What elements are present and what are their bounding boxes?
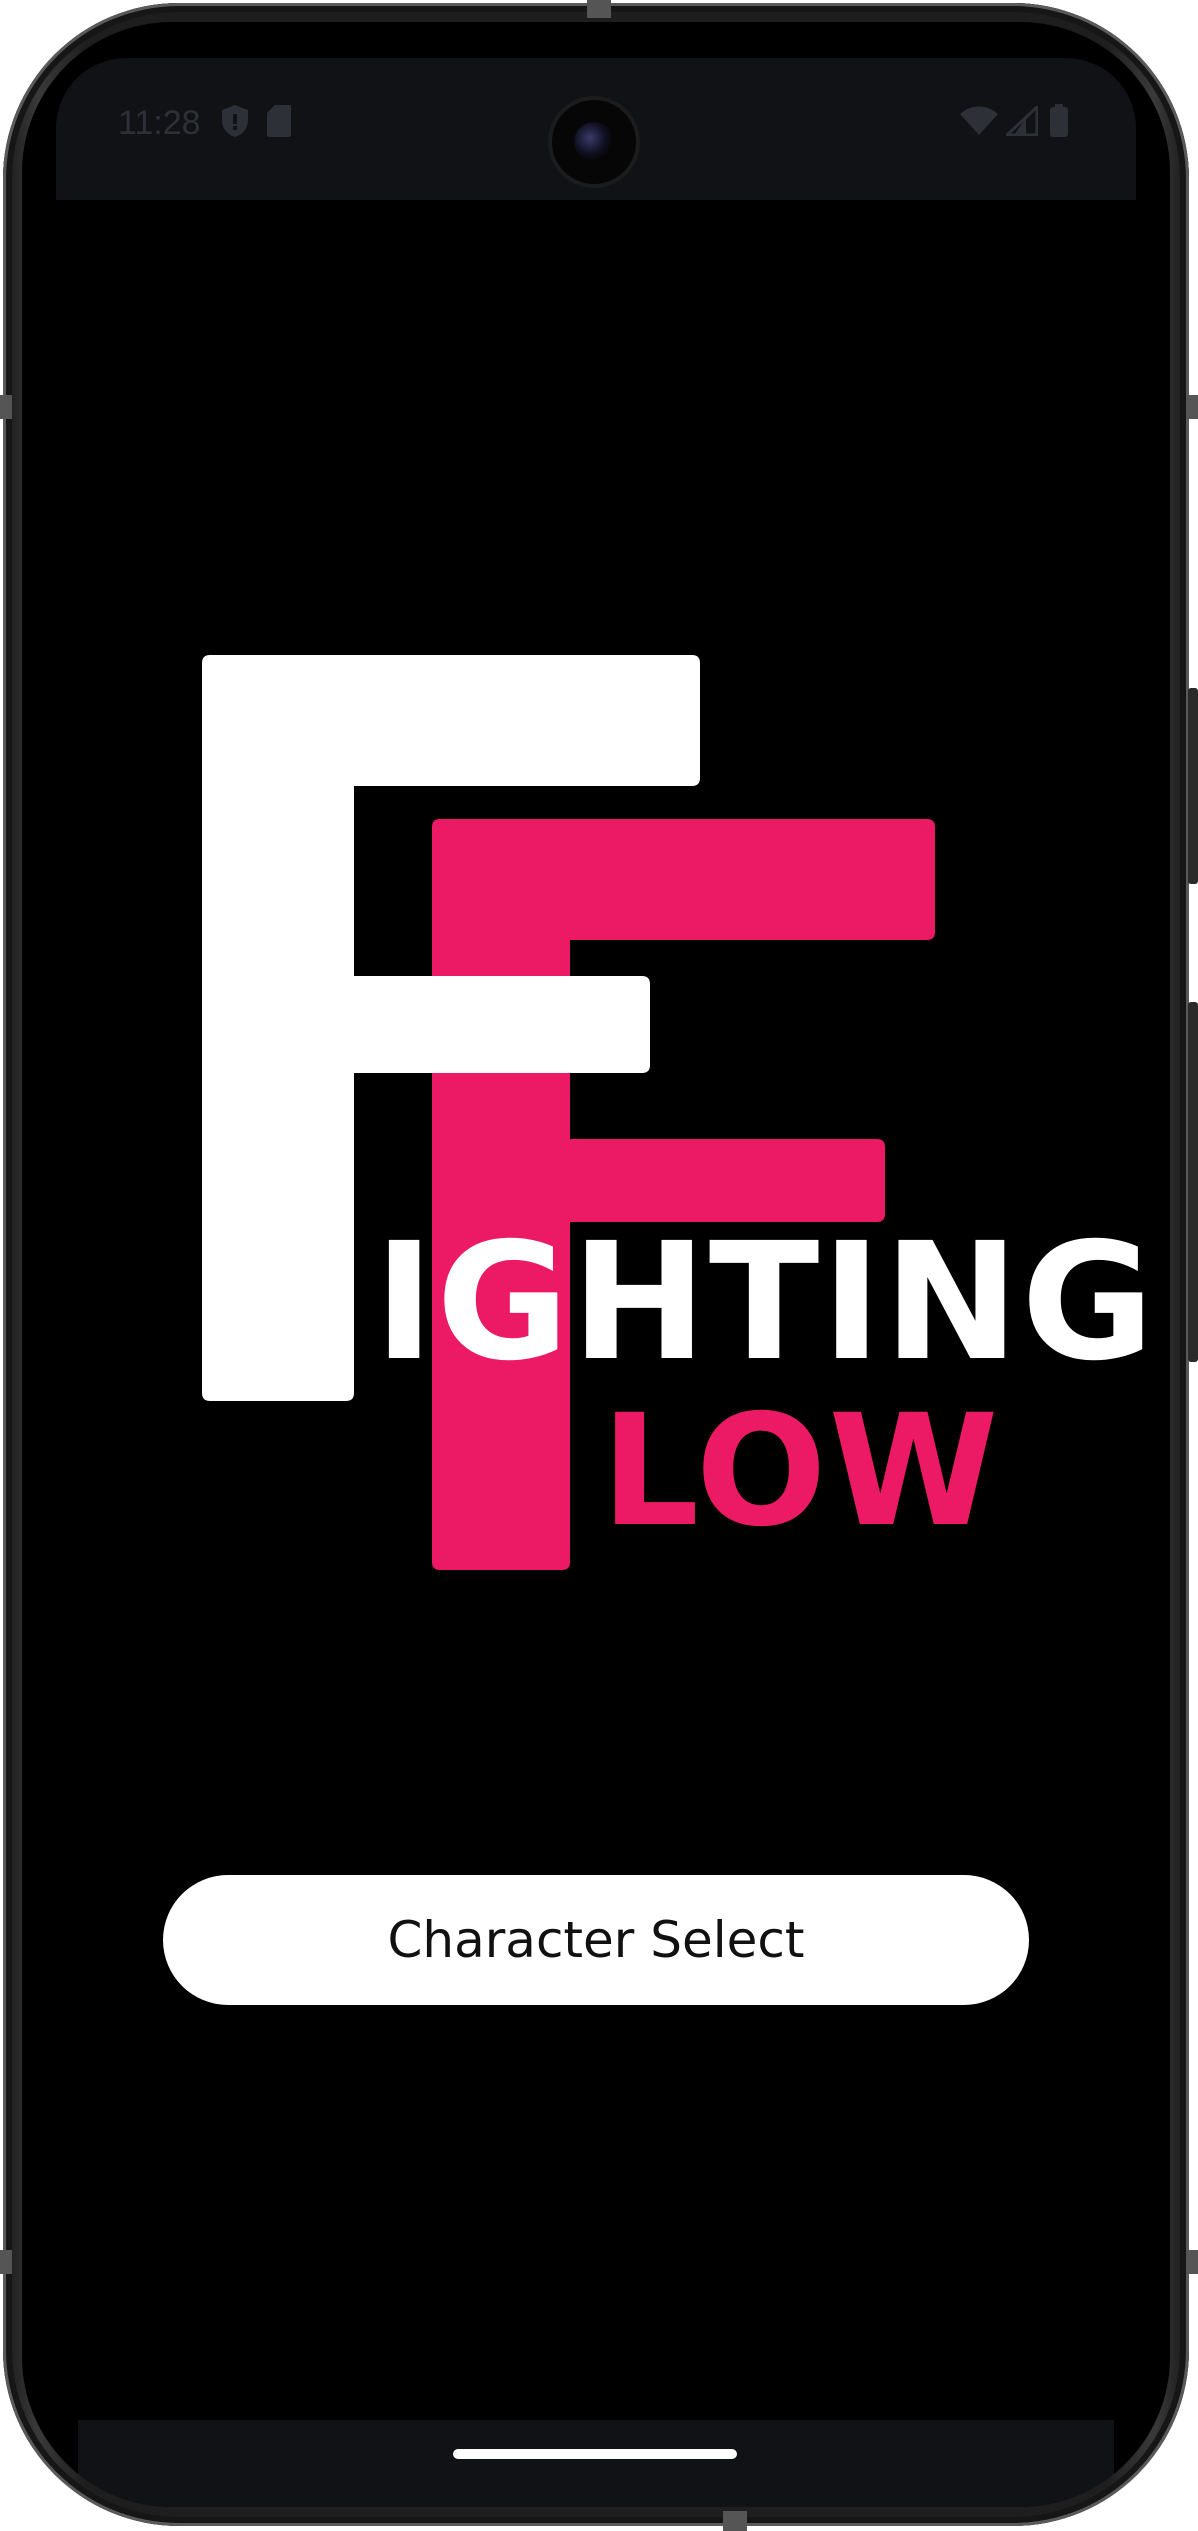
volume-button — [1188, 1002, 1198, 1362]
character-select-button[interactable]: Character Select — [163, 1875, 1029, 2005]
navigation-bar — [78, 2420, 1114, 2507]
character-select-label: Character Select — [387, 1911, 805, 1969]
power-button — [1188, 688, 1198, 884]
antenna-band — [723, 2511, 747, 2531]
antenna-band — [1186, 395, 1198, 419]
antenna-band — [0, 395, 12, 419]
app-screen: 11:28 IGHTING LOW Character Select — [22, 22, 1170, 2507]
antenna-band — [587, 0, 611, 18]
antenna-band — [1186, 2250, 1198, 2274]
home-indicator[interactable] — [453, 2449, 737, 2459]
phone-device: 11:28 IGHTING LOW Character Select — [0, 0, 1198, 2531]
fighting-flow-logo: IGHTING LOW — [22, 22, 1170, 1722]
logo-word-low: LOW — [601, 1382, 1001, 1561]
antenna-band — [0, 2250, 12, 2274]
logo-word-ighting: IGHTING — [374, 1209, 1157, 1397]
